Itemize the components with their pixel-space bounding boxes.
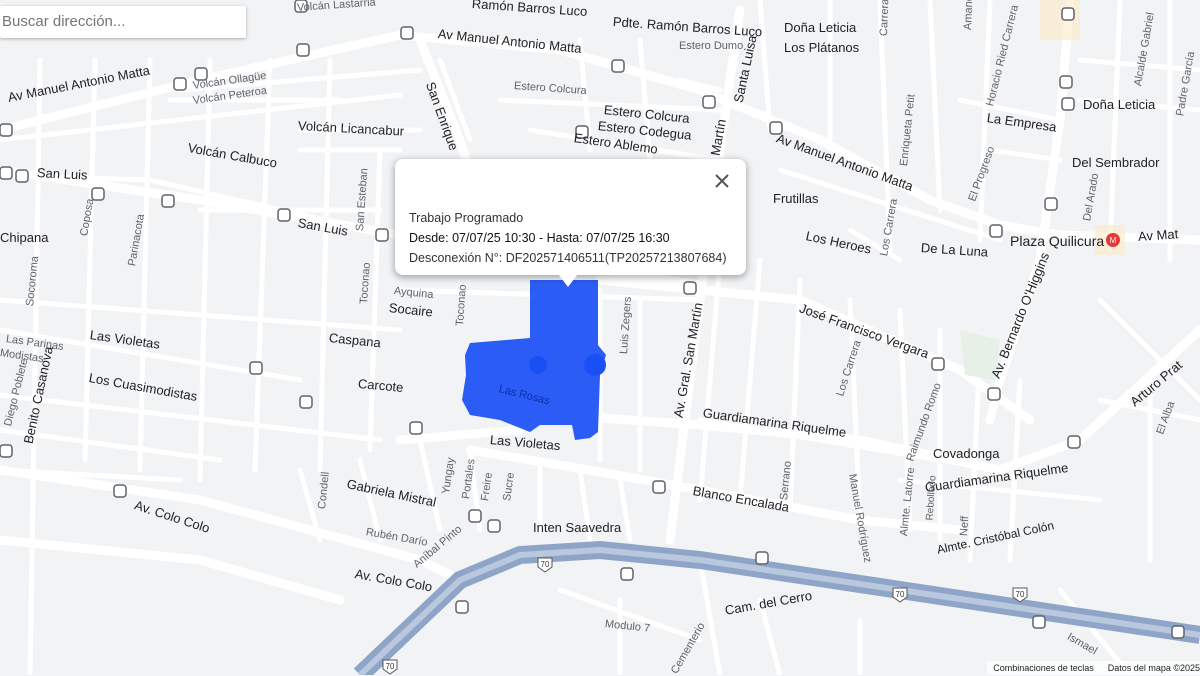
svg-text:70: 70 (541, 560, 550, 569)
svg-text:M: M (1110, 236, 1117, 245)
street-label: Covadonga (933, 446, 1000, 461)
popup-disconnection-number: Desconexión N°: DF202571406511(TP2025721… (409, 251, 727, 265)
street-label: Plaza Quilicura (1010, 233, 1105, 249)
street-label: Neff (958, 515, 972, 537)
outage-info-popup: Trabajo Programado Desde: 07/07/25 10:30… (395, 159, 746, 287)
street-label: Av Mat (1137, 226, 1179, 244)
address-search-box[interactable] (0, 6, 246, 38)
svg-text:70: 70 (896, 590, 905, 599)
street-label: Del Sembrador (1072, 155, 1160, 170)
keyboard-shortcuts-link[interactable]: Combinaciones de teclas (993, 663, 1094, 673)
svg-text:70: 70 (386, 662, 395, 671)
map-data-attribution[interactable]: Datos del mapa ©2025 (1108, 663, 1200, 673)
popup-title: Trabajo Programado (409, 211, 524, 225)
svg-text:70: 70 (1016, 590, 1025, 599)
street-label: Doña Leticia (1083, 97, 1156, 112)
street-label: Amanc (962, 0, 976, 31)
popup-content: Trabajo Programado Desde: 07/07/25 10:30… (409, 208, 727, 268)
street-label: Chipana (0, 230, 49, 245)
popup-date-range: Desde: 07/07/25 10:30 - Hasta: 07/07/25 … (409, 231, 670, 245)
map-footer: Combinaciones de teclas Datos del mapa ©… (987, 661, 1200, 675)
street-label: Doña Leticia (784, 20, 857, 35)
street-label: Los Plátanos (784, 40, 860, 55)
close-icon[interactable] (708, 167, 736, 195)
street-label: Frutillas (773, 191, 819, 206)
street-label: Carrera (878, 0, 892, 37)
street-label: San Luis (36, 165, 88, 183)
popup-tail (559, 275, 577, 287)
street-label: Estero Dumo (679, 40, 744, 52)
metro-station-icon: M (1106, 233, 1120, 247)
map-canvas[interactable]: 70 70 70 70 M (0, 0, 1200, 675)
address-search-input[interactable] (0, 6, 232, 36)
street-label: Inten Saavedra (533, 520, 622, 535)
commercial-area (1040, 0, 1080, 40)
